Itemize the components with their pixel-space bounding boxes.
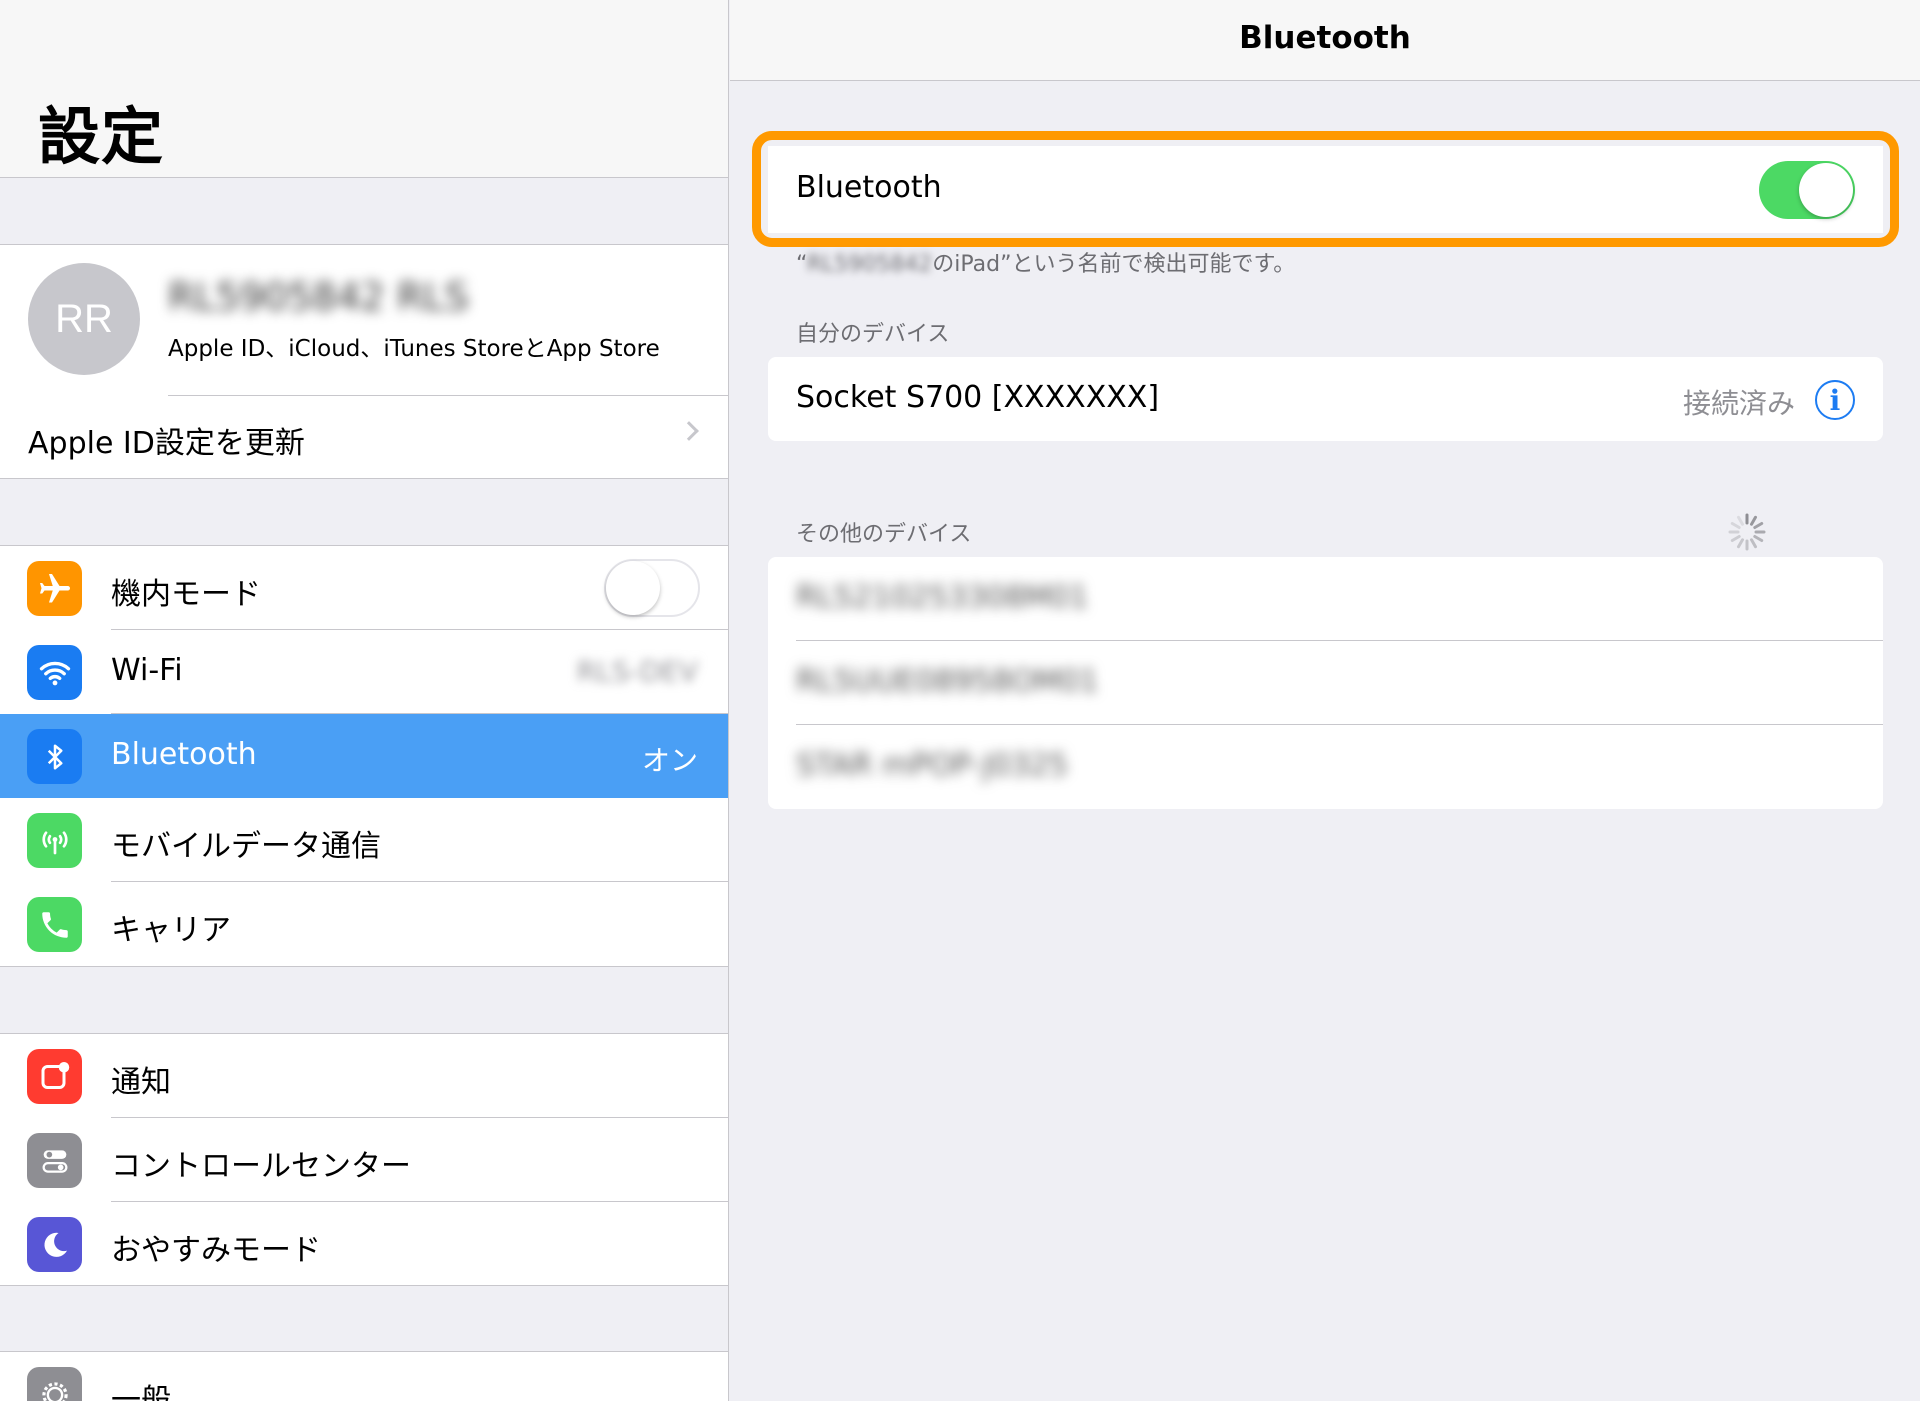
device-name: RL5UUE08958OM01 xyxy=(796,664,1099,699)
airplane-icon xyxy=(27,561,82,616)
connectivity-group: 機内モード Wi-Fi RLS-DEV Bluetooth オン モバイルデータ… xyxy=(0,545,728,967)
sidebar-item-label: 一般 xyxy=(111,1383,171,1401)
sidebar-item-mobile-data[interactable]: モバイルデータ通信 xyxy=(0,798,728,882)
wifi-network-name: RLS-DEV xyxy=(576,655,698,688)
sidebar-item-wifi[interactable]: Wi-Fi RLS-DEV xyxy=(0,630,728,714)
sidebar-item-label: Bluetooth xyxy=(111,737,257,772)
sidebar-item-notifications[interactable]: 通知 xyxy=(0,1034,728,1118)
connection-status: 接続済み xyxy=(1682,387,1795,420)
sidebar-item-label: モバイルデータ通信 xyxy=(111,829,381,864)
list-item[interactable]: RL5UUE08958OM01 xyxy=(768,641,1883,725)
loading-spinner-icon xyxy=(1728,513,1766,551)
phone-icon xyxy=(27,897,82,952)
device-name: RL5905842 xyxy=(806,252,933,277)
notifications-icon xyxy=(27,1049,82,1104)
device-name: STAR mPOP-J0325 xyxy=(796,748,1068,783)
update-apple-id-row[interactable]: Apple ID設定を更新 xyxy=(0,396,728,480)
sidebar-item-carrier[interactable]: キャリア xyxy=(0,882,728,966)
my-devices-list: Socket S700 [XXXXXXX] 接続済み i xyxy=(768,357,1883,441)
list-item[interactable]: STAR mPOP-J0325 xyxy=(768,725,1883,809)
toggle-knob xyxy=(606,561,660,615)
other-devices-list: RL5210253308M01 RL5UUE08958OM01 STAR mPO… xyxy=(768,557,1883,809)
discoverable-note: “RL5905842のiPad”という名前で検出可能です。 xyxy=(796,252,1296,277)
general-group: 一般 xyxy=(0,1351,728,1401)
bluetooth-detail-pane: Bluetooth Bluetooth “RL5905842のiPad”という名… xyxy=(730,0,1920,1401)
device-name: Socket S700 [XXXXXXX] xyxy=(796,380,1160,415)
avatar: RR xyxy=(28,263,140,375)
bluetooth-icon xyxy=(27,729,82,784)
sidebar-item-label: 通知 xyxy=(111,1065,171,1100)
nav-bar: Bluetooth xyxy=(730,0,1920,81)
sidebar-item-do-not-disturb[interactable]: おやすみモード xyxy=(0,1202,728,1286)
nav-title: Bluetooth xyxy=(1239,20,1411,56)
wifi-icon xyxy=(27,645,82,700)
sidebar-item-general[interactable]: 一般 xyxy=(0,1352,728,1401)
airplane-mode-toggle[interactable] xyxy=(604,559,700,617)
settings-sidebar: 設定 RR RL5905842 RLS Apple ID、iCloud、iTun… xyxy=(0,0,729,1401)
cellular-antenna-icon xyxy=(27,813,82,868)
profile-name: RL5905842 RLS xyxy=(168,275,469,319)
control-center-icon xyxy=(27,1133,82,1188)
gear-icon xyxy=(27,1367,82,1401)
info-icon[interactable]: i xyxy=(1815,380,1855,420)
profile-subtitle: Apple ID、iCloud、iTunes StoreとApp Store xyxy=(168,336,660,362)
sidebar-item-label: キャリア xyxy=(111,913,231,948)
page-title: 設定 xyxy=(38,100,165,173)
sidebar-item-control-center[interactable]: コントロールセンター xyxy=(0,1118,728,1202)
sidebar-item-label: おやすみモード xyxy=(111,1233,321,1268)
profile-card[interactable]: RR RL5905842 RLS Apple ID、iCloud、iTunes … xyxy=(0,244,728,479)
sidebar-item-label: 機内モード xyxy=(111,577,261,612)
sidebar-item-label: Wi-Fi xyxy=(111,653,183,688)
other-devices-header: その他のデバイス xyxy=(796,522,972,547)
sidebar-header: 設定 xyxy=(0,0,728,178)
my-devices-header: 自分のデバイス xyxy=(796,322,950,347)
update-apple-id-label: Apple ID設定を更新 xyxy=(28,426,305,461)
list-item[interactable]: Socket S700 [XXXXXXX] 接続済み i xyxy=(768,357,1883,441)
device-name: RL5210253308M01 xyxy=(796,580,1089,615)
highlight-frame xyxy=(752,131,1899,247)
list-item[interactable]: RL5210253308M01 xyxy=(768,557,1883,641)
chevron-right-icon xyxy=(679,421,699,441)
bluetooth-status-value: オン xyxy=(641,744,698,777)
sidebar-item-bluetooth[interactable]: Bluetooth オン xyxy=(0,714,728,798)
moon-icon xyxy=(27,1217,82,1272)
sidebar-item-airplane-mode[interactable]: 機内モード xyxy=(0,546,728,630)
notifications-group: 通知 コントロールセンター おやすみモード xyxy=(0,1033,728,1286)
sidebar-item-label: コントロールセンター xyxy=(111,1149,411,1184)
discoverable-suffix: のiPad”という名前で検出可能です。 xyxy=(932,252,1296,277)
